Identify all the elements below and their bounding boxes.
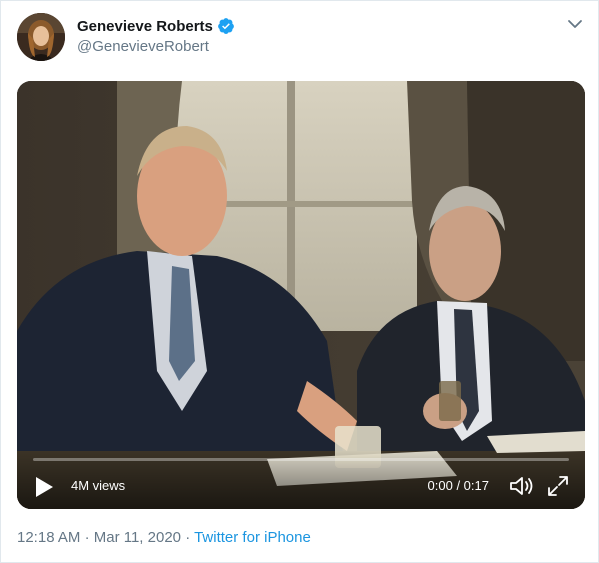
verified-badge-icon bbox=[218, 18, 234, 34]
view-count: 4M views bbox=[71, 478, 126, 493]
expand-icon[interactable] bbox=[547, 475, 569, 497]
tweet-source[interactable]: Twitter for iPhone bbox=[194, 529, 311, 546]
video-time: 0:00 / 0:17 bbox=[427, 478, 489, 493]
progress-bar[interactable] bbox=[33, 458, 569, 461]
video-player[interactable]: 4M views 0:00 / 0:17 bbox=[17, 81, 585, 509]
user-handle[interactable]: @GenevieveRobert bbox=[77, 38, 209, 55]
video-controls: 4M views 0:00 / 0:17 bbox=[17, 451, 585, 509]
chevron-down-icon[interactable] bbox=[566, 15, 584, 33]
tweet-meta: 12:18 AM · Mar 11, 2020 · Twitter for iP… bbox=[17, 529, 311, 546]
play-icon[interactable] bbox=[33, 475, 55, 499]
meta-separator: · bbox=[185, 529, 191, 546]
tweet-time[interactable]: 12:18 AM bbox=[17, 529, 80, 546]
avatar[interactable] bbox=[17, 13, 65, 61]
author-name-row: Genevieve Roberts bbox=[77, 17, 235, 35]
display-name[interactable]: Genevieve Roberts bbox=[77, 18, 213, 35]
tweet-date[interactable]: Mar 11, 2020 bbox=[94, 529, 181, 546]
meta-separator: · bbox=[84, 529, 90, 546]
avatar-image bbox=[17, 13, 65, 61]
tweet-card: Genevieve Roberts @GenevieveRobert 4M vi… bbox=[0, 0, 599, 563]
video-frame bbox=[17, 81, 585, 509]
speaker-icon[interactable] bbox=[509, 475, 535, 497]
